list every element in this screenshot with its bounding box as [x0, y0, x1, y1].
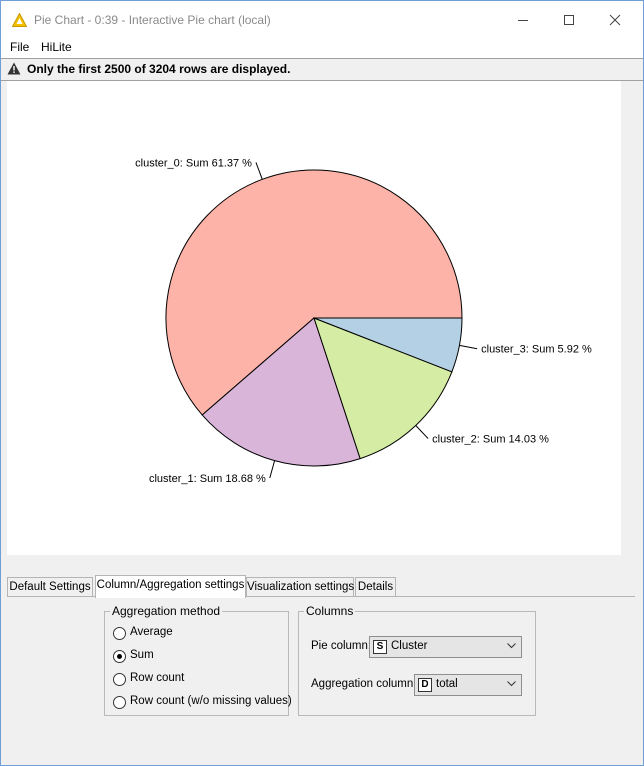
close-button[interactable]	[600, 7, 630, 33]
radio-row-count-label[interactable]: Row count	[130, 672, 184, 684]
chevron-down-icon	[507, 681, 516, 687]
aggregation-method-legend: Aggregation method	[110, 604, 223, 618]
pie-label-cluster-1: cluster_1: Sum 18.68 %	[149, 473, 266, 485]
columns-group: Columns Pie column: S Cluster Aggregatio…	[298, 604, 536, 716]
pie-chart-panel: cluster_0: Sum 61.37 % cluster_1: Sum 18.…	[7, 81, 621, 555]
radio-row-count-no-missing-indicator[interactable]	[113, 696, 126, 709]
maximize-icon	[564, 15, 574, 25]
menu-file[interactable]: File	[10, 40, 29, 54]
minimize-icon	[518, 20, 528, 21]
string-type-icon: S	[373, 640, 387, 654]
radio-sum-label[interactable]: Sum	[130, 649, 154, 661]
pie-label-cluster-0: cluster_0: Sum 61.37 %	[135, 157, 252, 169]
warning-bar: Only the first 2500 of 3204 rows are dis…	[1, 58, 643, 81]
tab-visualization-settings[interactable]: Visualization settings	[246, 577, 354, 597]
pie-leader-line	[269, 460, 276, 479]
aggregation-column-select[interactable]: D total	[414, 674, 522, 696]
knime-warning-icon	[12, 13, 27, 27]
warning-icon	[7, 62, 21, 75]
radio-row-count-no-missing-label[interactable]: Row count (w/o missing values)	[130, 695, 292, 707]
pie-leader-line	[415, 425, 429, 439]
close-icon	[609, 14, 621, 26]
pie-leader-line	[459, 344, 478, 350]
window-title: Pie Chart - 0:39 - Interactive Pie chart…	[34, 13, 271, 27]
pie-leader-line	[255, 162, 263, 180]
double-type-icon: D	[418, 678, 432, 692]
radio-row-count-indicator[interactable]	[113, 673, 126, 686]
warning-text: Only the first 2500 of 3204 rows are dis…	[27, 62, 291, 76]
radio-average-label[interactable]: Average	[130, 626, 173, 638]
radio-average-indicator[interactable]	[113, 627, 126, 640]
radio-sum-indicator[interactable]	[113, 650, 126, 663]
aggregation-column-value: total	[436, 678, 458, 690]
menu-hilite[interactable]: HiLite	[41, 40, 72, 54]
title-bar: Pie Chart - 0:39 - Interactive Pie chart…	[1, 1, 643, 39]
tab-details[interactable]: Details	[355, 577, 396, 597]
pie-chart-window: Pie Chart - 0:39 - Interactive Pie chart…	[0, 0, 644, 766]
pie-chart: cluster_0: Sum 61.37 % cluster_1: Sum 18.…	[135, 157, 592, 485]
tab-column-aggregation-settings[interactable]: Column/Aggregation settings	[95, 575, 246, 598]
menu-bar: File HiLite	[1, 39, 643, 58]
pie-label-cluster-2: cluster_2: Sum 14.03 %	[432, 434, 549, 446]
aggregation-column-label: Aggregation column:	[311, 678, 417, 690]
maximize-button[interactable]	[554, 7, 584, 33]
chevron-down-icon	[507, 643, 516, 649]
tab-default-settings[interactable]: Default Settings	[7, 577, 93, 597]
aggregation-method-group: Aggregation method Average Sum Row count…	[104, 604, 292, 716]
minimize-button[interactable]	[508, 7, 538, 33]
pie-column-select[interactable]: S Cluster	[369, 636, 522, 658]
pie-label-cluster-3: cluster_3: Sum 5.92 %	[481, 344, 592, 356]
pie-column-label: Pie column:	[311, 640, 372, 652]
pie-column-value: Cluster	[391, 640, 428, 652]
tab-panel-column-aggregation: Aggregation method Average Sum Row count…	[7, 596, 635, 757]
columns-legend: Columns	[304, 604, 356, 618]
